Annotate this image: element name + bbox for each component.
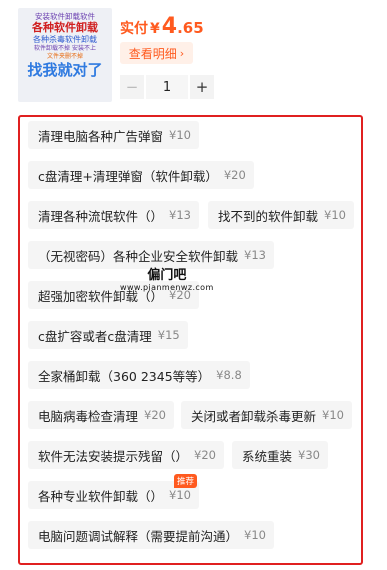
option-price: ¥13 <box>244 248 266 262</box>
option-name: 软件无法安装提示残留（） <box>38 448 189 464</box>
thumbnail-line: 文件夹删不掉 <box>46 52 83 60</box>
quantity-stepper: − 1 + <box>120 74 214 100</box>
option-chip[interactable]: c盘清理+清理弹窗（软件卸载） ¥20 <box>28 161 254 189</box>
option-chip[interactable]: 全家桶卸载（360 2345等等） ¥8.8 <box>28 361 250 389</box>
option-name: （无视密码）各种企业安全软件卸载 <box>38 248 239 264</box>
recommended-badge: 推荐 <box>173 474 197 488</box>
option-price: ¥10 <box>244 528 266 542</box>
option-chip[interactable]: 软件无法安装提示残留（） ¥20 <box>28 441 224 469</box>
option-price: ¥10 <box>324 208 346 222</box>
price-decimal: .65 <box>177 19 204 37</box>
thumbnail-line: 安装软件卸载软件 <box>35 12 95 21</box>
option-chip[interactable]: （无视密码）各种企业安全软件卸载 ¥13 <box>28 241 274 269</box>
option-name: 关闭或者卸载杀毒更新 <box>191 408 317 424</box>
option-price: ¥20 <box>169 288 191 302</box>
increase-quantity-button[interactable]: + <box>190 75 214 99</box>
option-price: ¥20 <box>144 408 166 422</box>
view-details-button[interactable]: 查看明细 › <box>120 42 193 64</box>
option-price: ¥10 <box>169 128 191 142</box>
price-integer: 4 <box>161 14 178 39</box>
option-name: 全家桶卸载（360 2345等等） <box>38 368 211 384</box>
option-name: 清理电脑各种广告弹窗 <box>38 128 164 144</box>
option-chip[interactable]: 超强加密软件卸载（） ¥20 <box>28 281 199 309</box>
option-name: 系统重装 <box>242 448 293 464</box>
option-price: ¥10 <box>322 408 344 422</box>
option-price: ¥13 <box>169 208 191 222</box>
option-name: c盘清理+清理弹窗（软件卸载） <box>38 168 218 184</box>
service-options-panel: 清理电脑各种广告弹窗 ¥10 c盘清理+清理弹窗（软件卸载） ¥20 清理各种流… <box>18 115 363 565</box>
option-name: 各种专业软件卸载（） <box>38 488 164 504</box>
option-price: ¥20 <box>194 448 216 462</box>
price-display: 实付 ¥ 4 .65 <box>120 14 204 44</box>
option-name: 电脑问题调试解释（需要提前沟通） <box>38 528 239 544</box>
option-chip[interactable]: 系统重装 ¥30 <box>232 441 328 469</box>
price-currency: ¥ <box>150 21 160 37</box>
option-price: ¥8.8 <box>216 368 242 382</box>
option-chip[interactable]: 找不到的软件卸载 ¥10 <box>208 201 354 229</box>
option-name: 超强加密软件卸载（） <box>38 288 164 304</box>
thumbnail-line: 软件卸载不掉 安装不上 <box>34 45 96 53</box>
thumbnail-line: 找我就对了 <box>27 61 103 80</box>
price-label: 实付 <box>120 21 148 37</box>
view-details-label: 查看明细 <box>128 46 177 61</box>
option-price: ¥10 <box>169 488 191 502</box>
option-price: ¥20 <box>223 168 246 182</box>
option-chip[interactable]: 电脑病毒检查清理 ¥20 <box>28 401 174 429</box>
thumbnail-line: 各种杀毒软件卸载 <box>33 35 97 45</box>
option-chip[interactable]: c盘扩容或者c盘清理 ¥15 <box>28 321 188 349</box>
option-chip[interactable]: 清理电脑各种广告弹窗 ¥10 <box>28 121 199 149</box>
option-price: ¥30 <box>298 448 320 462</box>
option-name: 清理各种流氓软件（） <box>38 208 164 224</box>
option-chip[interactable]: 电脑问题调试解释（需要提前沟通） ¥10 <box>28 521 274 549</box>
thumbnail-line: 各种软件卸载 <box>32 21 98 35</box>
chevron-right-icon: › <box>179 46 185 60</box>
option-chip[interactable]: 清理各种流氓软件（） ¥13 <box>28 201 199 229</box>
option-name: 找不到的软件卸载 <box>218 208 319 224</box>
option-price: ¥15 <box>157 328 180 342</box>
product-thumbnail: 安装软件卸载软件 各种软件卸载 各种杀毒软件卸载 软件卸载不掉 安装不上 文件夹… <box>18 8 112 102</box>
product-header: 安装软件卸载软件 各种软件卸载 各种杀毒软件卸载 软件卸载不掉 安装不上 文件夹… <box>0 0 387 108</box>
quantity-input[interactable]: 1 <box>146 75 188 99</box>
option-chip[interactable]: 各种专业软件卸载（） ¥10 推荐 <box>28 474 199 509</box>
option-name: 电脑病毒检查清理 <box>38 408 139 424</box>
option-chip[interactable]: 关闭或者卸载杀毒更新 ¥10 <box>181 401 352 429</box>
option-name: c盘扩容或者c盘清理 <box>38 328 152 344</box>
decrease-quantity-button[interactable]: − <box>120 75 144 99</box>
